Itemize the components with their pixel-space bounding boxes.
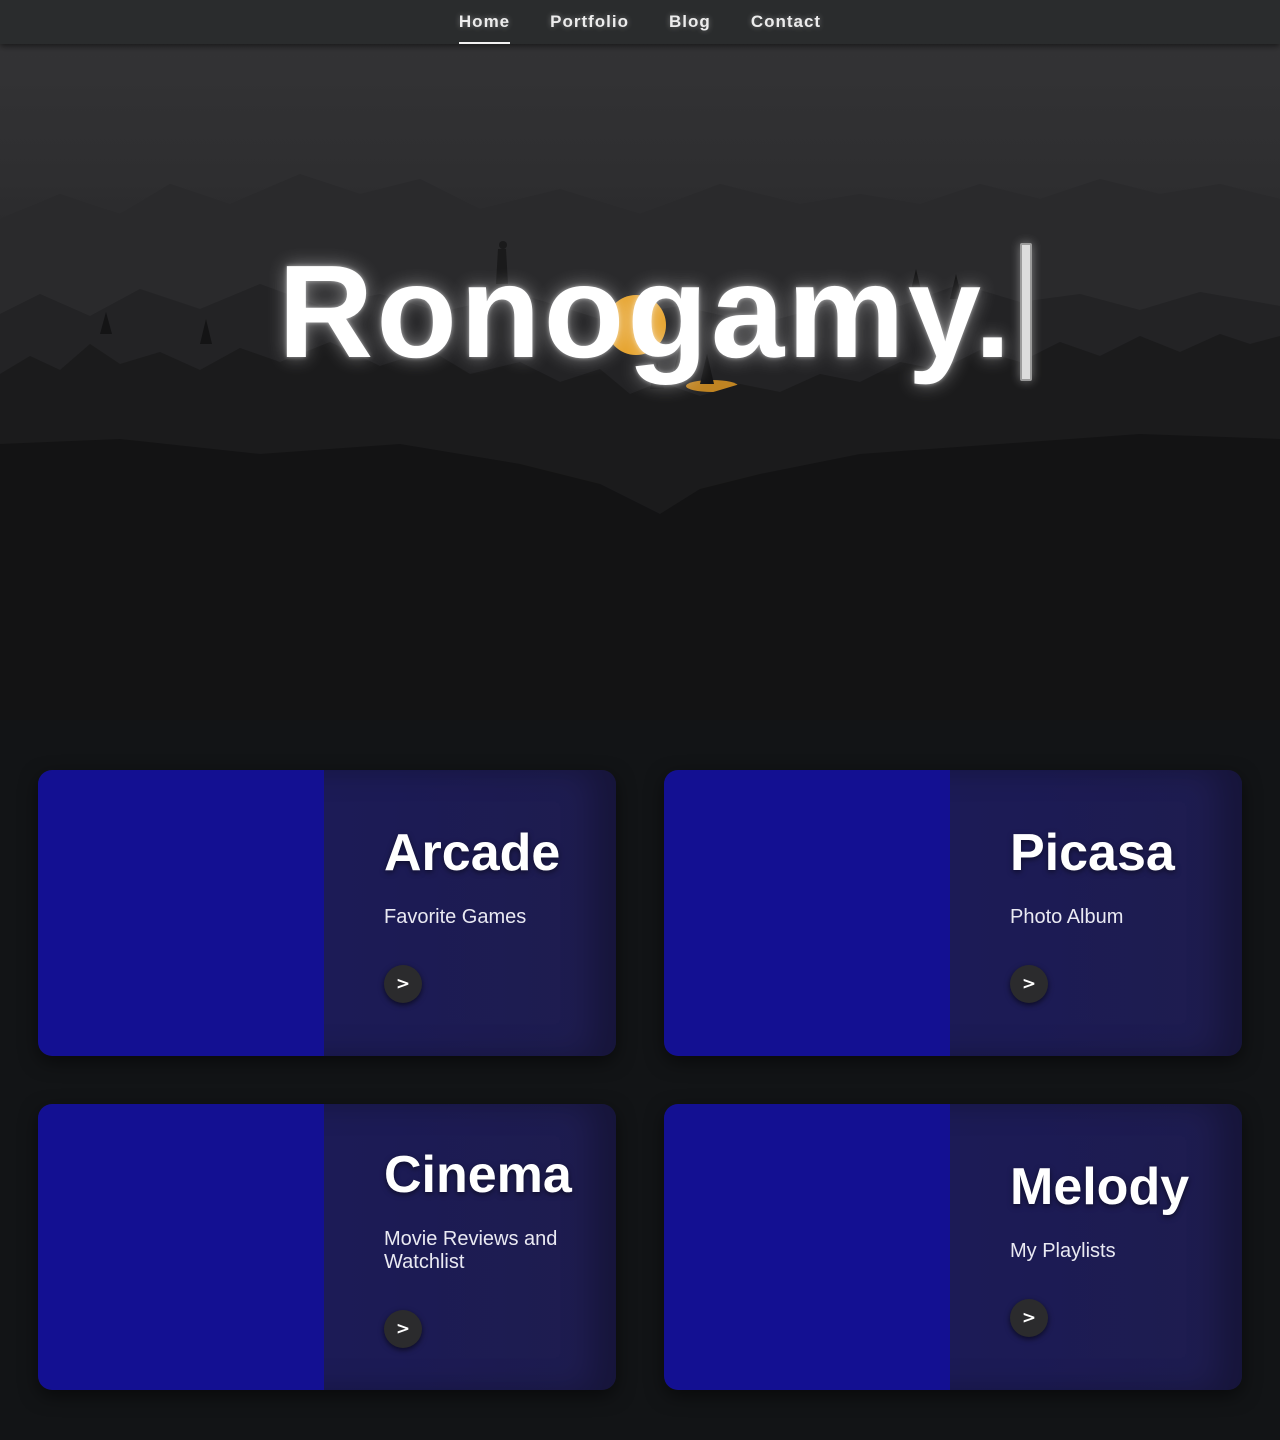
card-title: Arcade	[384, 823, 561, 882]
chevron-right-icon[interactable]: >	[384, 1310, 422, 1348]
card-title: Picasa	[1010, 823, 1175, 882]
cards-grid: Arcade Favorite Games > Picasa Photo Alb…	[0, 720, 1280, 1440]
card-subtitle: Favorite Games	[384, 905, 527, 928]
card-subtitle: Photo Album	[1010, 905, 1124, 928]
card-body: Picasa Photo Album >	[1010, 770, 1220, 1056]
card-image	[38, 1104, 324, 1390]
nav-link-portfolio[interactable]: Portfolio	[550, 0, 629, 44]
card-title: Melody	[1010, 1157, 1190, 1216]
nav-links: Home Portfolio Blog Contact	[458, 0, 821, 44]
chevron-right-icon[interactable]: >	[1010, 1298, 1048, 1337]
hero-section: Ronogamy.	[0, 44, 1280, 720]
card-image	[664, 1104, 950, 1390]
card-cinema[interactable]: Cinema Movie Reviews and Watchlist >	[38, 1104, 616, 1390]
text-cursor-icon	[1019, 243, 1032, 381]
card-body: Arcade Favorite Games >	[384, 770, 594, 1056]
chevron-right-icon[interactable]: >	[1010, 964, 1048, 1003]
card-melody[interactable]: Melody My Playlists >	[664, 1104, 1242, 1390]
card-subtitle: My Playlists	[1010, 1239, 1116, 1262]
card-image	[38, 770, 324, 1056]
nav-link-blog[interactable]: Blog	[669, 0, 711, 44]
top-navigation: Home Portfolio Blog Contact	[0, 0, 1280, 44]
hero-title-text: Ronogamy.	[278, 238, 1014, 385]
chevron-right-icon[interactable]: >	[384, 964, 422, 1003]
card-arcade[interactable]: Arcade Favorite Games >	[38, 770, 616, 1056]
card-subtitle: Movie Reviews and Watchlist	[384, 1228, 558, 1273]
card-body: Melody My Playlists >	[1010, 1104, 1220, 1390]
card-body: Cinema Movie Reviews and Watchlist >	[384, 1104, 594, 1390]
card-title: Cinema	[384, 1146, 572, 1204]
nav-link-home[interactable]: Home	[458, 0, 511, 44]
card-image	[664, 770, 950, 1056]
hero-title: Ronogamy.	[278, 242, 1032, 382]
card-picasa[interactable]: Picasa Photo Album >	[664, 770, 1242, 1056]
nav-link-contact[interactable]: Contact	[751, 0, 821, 44]
